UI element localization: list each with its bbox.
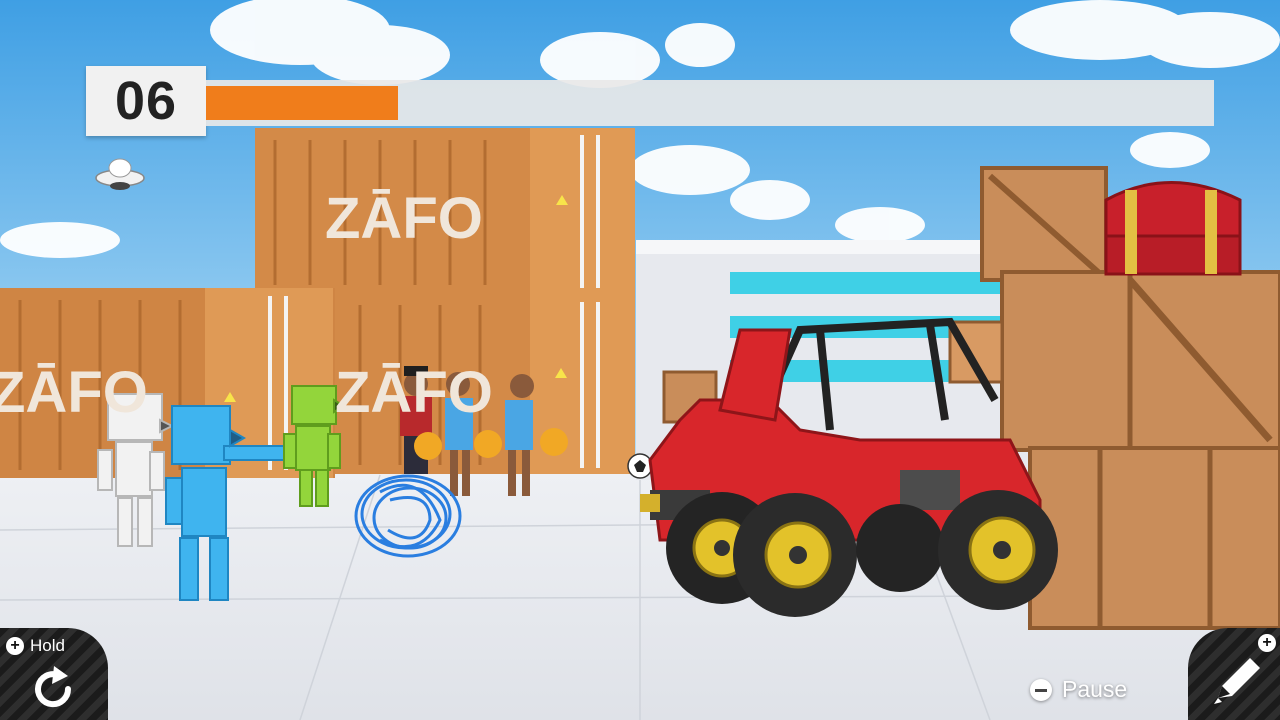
minus-button-icon (1030, 678, 1052, 701)
hold-button[interactable]: + Hold (6, 636, 65, 656)
jeep-wheel-rear-right (938, 490, 1058, 610)
plus-button-icon: + (6, 637, 24, 655)
jeep-wheel-front-right (733, 493, 857, 617)
time-progress-bar (206, 80, 1214, 126)
hold-label: Hold (30, 636, 65, 655)
countdown-timer: 06 (86, 66, 206, 136)
pencil-icon[interactable] (1208, 652, 1266, 710)
soccer-ball-icon (627, 453, 653, 479)
plus-button-icon: + (1258, 634, 1276, 652)
time-progress-fill (206, 86, 398, 120)
pause-label: Pause (1062, 676, 1128, 702)
container-brand-top: ZĀFO (325, 186, 483, 251)
container-brand-left: ZĀFO (0, 360, 148, 425)
rotate-icon[interactable] (28, 664, 78, 714)
treasure-chest-icon (1104, 181, 1242, 276)
jeep-wheel-rear-left (856, 504, 944, 592)
pause-button[interactable]: Pause (1030, 676, 1127, 703)
container-brand-middle: ZĀFO (335, 360, 493, 425)
